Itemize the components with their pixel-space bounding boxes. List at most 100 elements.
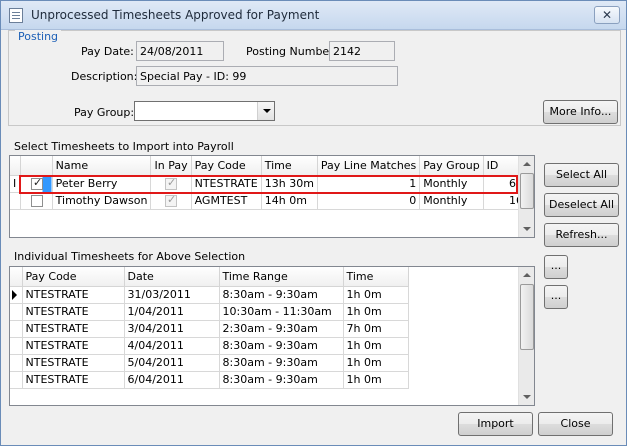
- import-button[interactable]: Import: [458, 412, 533, 436]
- column-header[interactable]: [10, 267, 23, 287]
- pay-code-cell: NTESTRATE: [22, 286, 125, 304]
- time-cell: 1h 0m: [343, 354, 409, 372]
- pay-code-cell: NTESTRATE: [22, 320, 125, 338]
- individual-table: Pay Code Date Time Range Time NTESTRATE 31/0…: [10, 267, 409, 389]
- table-row[interactable]: NTESTRATE 5/04/2011 8:30am - 9:30am 1h 0m: [10, 354, 409, 372]
- time-cell: 14h 0m: [261, 192, 318, 210]
- row-pointer-cell: [10, 371, 23, 389]
- matches-cell: 1: [317, 175, 421, 193]
- pay-group-label: Pay Group:: [74, 106, 135, 119]
- column-header[interactable]: Pay Group: [419, 156, 484, 176]
- title-bar[interactable]: Unprocessed Timesheets Approved for Paym…: [1, 1, 626, 30]
- time-range-cell: 8:30am - 9:30am: [219, 286, 344, 304]
- ellipsis-button-2[interactable]: ...: [544, 285, 568, 309]
- pay-group-dropdown[interactable]: [134, 101, 275, 121]
- select-checkbox[interactable]: [30, 195, 43, 207]
- deselect-all-button[interactable]: Deselect All: [544, 193, 619, 217]
- refresh-button[interactable]: Refresh...: [544, 223, 619, 247]
- column-header[interactable]: Pay Line Matches: [317, 156, 421, 176]
- timesheets-table: Name In Pay Pay Code Time Pay Line Matches Pa…: [10, 156, 534, 210]
- select-all-button[interactable]: Select All: [544, 163, 619, 187]
- time-range-cell: 8:30am - 9:30am: [219, 354, 344, 372]
- timesheets-grid[interactable]: Name In Pay Pay Code Time Pay Line Matches Pa…: [9, 155, 535, 238]
- scroll-thumb[interactable]: [520, 173, 534, 209]
- description-field[interactable]: Special Pay - ID: 99: [136, 66, 398, 86]
- column-header[interactable]: Time Range: [219, 267, 344, 287]
- matches-cell: 0: [317, 192, 421, 210]
- scroll-down-icon[interactable]: [519, 221, 534, 237]
- document-icon: [9, 8, 23, 23]
- pay-code-cell: AGMTEST: [191, 192, 262, 210]
- close-window-button[interactable]: ✕: [594, 6, 620, 24]
- select-cell[interactable]: [20, 175, 53, 193]
- row-pointer-cell: [10, 320, 23, 338]
- chevron-down-icon[interactable]: [257, 102, 274, 120]
- column-header[interactable]: In Pay: [150, 156, 192, 176]
- row-pointer: [10, 192, 21, 210]
- time-range-cell: 10:30am - 11:30am: [219, 303, 344, 321]
- in-pay-cell: [150, 175, 192, 193]
- time-cell: 13h 30m: [261, 175, 318, 193]
- ellipsis-button-1[interactable]: ...: [544, 255, 568, 279]
- in-pay-checkbox: [165, 193, 178, 207]
- date-cell: 6/04/2011: [124, 371, 220, 389]
- table-row[interactable]: IPeter BerryNTESTRATE13h 30m1Monthly644: [10, 175, 534, 193]
- in-pay-checkbox: [165, 176, 178, 190]
- pay-group-cell: Monthly: [419, 192, 484, 210]
- pay-code-cell: NTESTRATE: [191, 175, 262, 193]
- close-label: Close: [560, 417, 591, 430]
- individual-grid[interactable]: Pay Code Date Time Range Time NTESTRATE 31/0…: [9, 266, 535, 406]
- row-pointer-icon: [12, 290, 17, 300]
- row-pointer-cell: [10, 354, 23, 372]
- column-header[interactable]: Name: [52, 156, 152, 176]
- table-row[interactable]: Timothy DawsonAGMTEST14h 0m0Monthly165: [10, 192, 534, 210]
- description-label: Description:: [71, 70, 138, 83]
- name-cell: Peter Berry: [52, 175, 152, 193]
- table-row[interactable]: NTESTRATE 3/04/2011 2:30am - 9:30am 7h 0m: [10, 320, 409, 338]
- row-pointer-cell: [10, 303, 23, 321]
- in-pay-cell: [150, 192, 192, 210]
- time-range-cell: 2:30am - 9:30am: [219, 320, 344, 338]
- individual-scrollbar[interactable]: [518, 267, 534, 405]
- pay-date-field[interactable]: 24/08/2011: [136, 41, 224, 61]
- pay-code-cell: NTESTRATE: [22, 371, 125, 389]
- pay-code-cell: NTESTRATE: [22, 354, 125, 372]
- table-row[interactable]: NTESTRATE 31/03/2011 8:30am - 9:30am 1h 0m: [10, 286, 409, 304]
- time-cell: 1h 0m: [343, 337, 409, 355]
- select-cell[interactable]: [20, 192, 53, 210]
- timesheets-scrollbar[interactable]: [518, 156, 534, 237]
- column-header[interactable]: [20, 156, 53, 176]
- column-header[interactable]: Time: [261, 156, 318, 176]
- date-cell: 3/04/2011: [124, 320, 220, 338]
- scroll-up-icon[interactable]: [519, 156, 534, 172]
- scroll-up-icon[interactable]: [519, 267, 534, 283]
- date-cell: 5/04/2011: [124, 354, 220, 372]
- table-row[interactable]: NTESTRATE 4/04/2011 8:30am - 9:30am 1h 0m: [10, 337, 409, 355]
- name-cell: Timothy Dawson: [52, 192, 152, 210]
- posting-number-field[interactable]: 2142: [329, 41, 395, 61]
- row-pointer: I: [10, 175, 21, 193]
- time-cell: 7h 0m: [343, 320, 409, 338]
- select-all-label: Select All: [555, 168, 608, 181]
- column-header[interactable]: Date: [124, 267, 220, 287]
- column-header[interactable]: Time: [343, 267, 409, 287]
- column-header[interactable]: [10, 156, 21, 176]
- window-title: Unprocessed Timesheets Approved for Paym…: [31, 8, 320, 22]
- row-pointer-cell: [10, 337, 23, 355]
- scroll-down-icon[interactable]: [519, 389, 534, 405]
- column-header[interactable]: Pay Code: [22, 267, 125, 287]
- select-checkbox[interactable]: [30, 176, 43, 190]
- column-header[interactable]: Pay Code: [191, 156, 262, 176]
- individual-section-label: Individual Timesheets for Above Selectio…: [14, 250, 246, 263]
- table-row[interactable]: NTESTRATE 6/04/2011 8:30am - 9:30am 1h 0m: [10, 371, 409, 389]
- dialog-window: Unprocessed Timesheets Approved for Paym…: [0, 0, 627, 446]
- table-row[interactable]: NTESTRATE 1/04/2011 10:30am - 11:30am 1h 0m: [10, 303, 409, 321]
- more-info-button[interactable]: More Info...: [543, 100, 618, 124]
- pay-code-cell: NTESTRATE: [22, 303, 125, 321]
- pay-code-cell: NTESTRATE: [22, 337, 125, 355]
- close-button[interactable]: Close: [538, 412, 613, 436]
- scroll-thumb[interactable]: [520, 284, 534, 350]
- time-cell: 1h 0m: [343, 286, 409, 304]
- time-cell: 1h 0m: [343, 303, 409, 321]
- deselect-all-label: Deselect All: [548, 198, 615, 211]
